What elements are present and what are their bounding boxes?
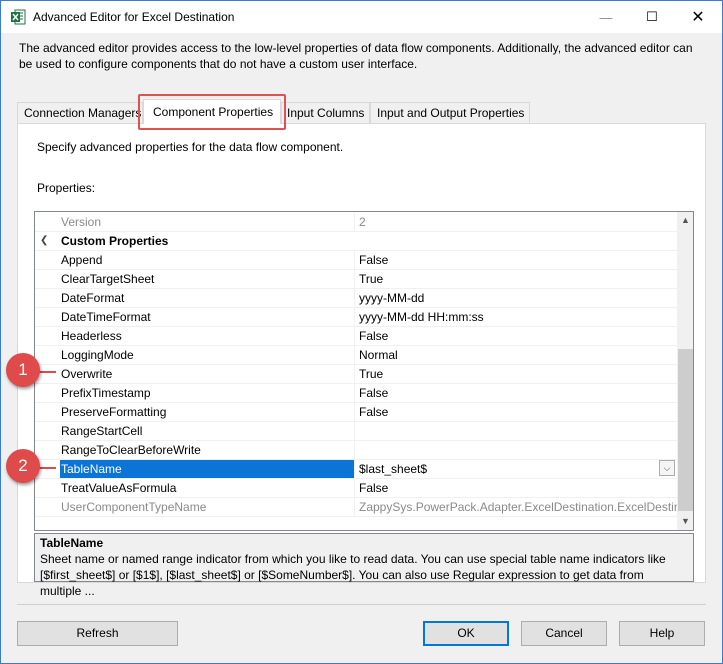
grid-row-headerless[interactable]: Headerless False <box>35 327 677 346</box>
callout-line-2 <box>38 467 56 469</box>
help-button[interactable]: Help <box>619 621 705 646</box>
grid-row-overwrite[interactable]: Overwrite True <box>35 365 677 384</box>
vertical-scrollbar[interactable]: ▲ ▼ <box>677 212 693 530</box>
callout-line-1 <box>38 371 56 373</box>
window-title: Advanced Editor for Excel Destination <box>33 10 235 24</box>
property-value: 2 <box>359 215 366 229</box>
property-name: RangeToClearBeforeWrite <box>60 441 355 459</box>
tab-input-output-properties[interactable]: Input and Output Properties <box>370 102 530 123</box>
grid-row-logging-mode[interactable]: LoggingMode Normal <box>35 346 677 365</box>
property-value[interactable]: True <box>359 365 677 383</box>
cancel-button[interactable]: Cancel <box>521 621 607 646</box>
property-name: Version <box>60 213 355 231</box>
excel-icon <box>10 9 26 25</box>
tab-connection-managers[interactable]: Connection Managers <box>17 102 143 123</box>
category-name: Custom Properties <box>61 234 169 248</box>
property-value[interactable] <box>359 441 677 459</box>
collapse-chevron-icon[interactable]: ❮ <box>40 235 48 246</box>
callout-marker-2: 2 <box>6 449 40 483</box>
property-name: Append <box>60 251 355 269</box>
grid-row-table-name[interactable]: TableName $last_sheet$ ⌵ <box>35 460 677 479</box>
property-value[interactable]: yyyy-MM-dd <box>359 289 677 307</box>
property-name: DateFormat <box>60 289 355 307</box>
grid-category-custom-properties[interactable]: ❮ Custom Properties <box>35 232 677 251</box>
property-value[interactable]: True <box>359 270 677 288</box>
help-text: Sheet name or named range indicator from… <box>40 552 666 598</box>
button-divider <box>17 604 706 605</box>
property-name: LoggingMode <box>60 346 355 364</box>
property-name: PrefixTimestamp <box>60 384 355 402</box>
grid-row-range-start-cell[interactable]: RangeStartCell <box>35 422 677 441</box>
grid-row-version[interactable]: Version 2 <box>35 213 677 232</box>
property-name: ClearTargetSheet <box>60 270 355 288</box>
tab-component-properties[interactable]: Component Properties <box>143 99 281 124</box>
help-title: TableName <box>40 536 104 550</box>
grid-row-user-component-type-name[interactable]: UserComponentTypeName ZappySys.PowerPack… <box>35 498 677 517</box>
property-value-input[interactable]: $last_sheet$ <box>359 460 677 478</box>
grid-row-range-to-clear-before-write[interactable]: RangeToClearBeforeWrite <box>35 441 677 460</box>
property-value[interactable]: Normal <box>359 346 677 364</box>
grid-row-treat-value-as-formula[interactable]: TreatValueAsFormula False <box>35 479 677 498</box>
panel-description: Specify advanced properties for the data… <box>37 140 344 154</box>
property-help-box: TableName Sheet name or named range indi… <box>34 533 694 598</box>
property-value[interactable]: False <box>359 251 677 269</box>
scroll-thumb[interactable] <box>678 349 693 511</box>
callout-marker-1: 1 <box>6 353 40 387</box>
property-value: ZappySys.PowerPack.Adapter.ExcelDestinat… <box>359 500 677 514</box>
property-name: PreserveFormatting <box>60 403 355 421</box>
grid-row-preserve-formatting[interactable]: PreserveFormatting False <box>35 403 677 422</box>
ok-button[interactable]: OK <box>423 621 509 646</box>
title-bar: Advanced Editor for Excel Destination — … <box>1 1 722 33</box>
property-value[interactable]: False <box>359 479 677 497</box>
grid-row-clear-target-sheet[interactable]: ClearTargetSheet True <box>35 270 677 289</box>
maximize-button[interactable]: ☐ <box>629 1 675 33</box>
grid-row-date-format[interactable]: DateFormat yyyy-MM-dd <box>35 289 677 308</box>
grid-row-datetime-format[interactable]: DateTimeFormat yyyy-MM-dd HH:mm:ss <box>35 308 677 327</box>
property-name: RangeStartCell <box>60 422 355 440</box>
property-value[interactable]: yyyy-MM-dd HH:mm:ss <box>359 308 677 326</box>
refresh-button[interactable]: Refresh <box>17 621 178 646</box>
scroll-up-icon[interactable]: ▲ <box>677 212 693 229</box>
property-name: UserComponentTypeName <box>60 498 355 516</box>
chevron-down-icon[interactable]: ⌵ <box>659 460 675 476</box>
minimize-button[interactable]: — <box>583 1 629 33</box>
tab-input-columns[interactable]: Input Columns <box>281 102 370 123</box>
property-name: TableName <box>60 460 355 478</box>
close-button[interactable]: ✕ <box>675 1 721 33</box>
property-name: Overwrite <box>60 365 355 383</box>
property-value[interactable]: False <box>359 403 677 421</box>
property-name: Headerless <box>60 327 355 345</box>
editor-description: The advanced editor provides access to t… <box>19 41 693 71</box>
property-value[interactable]: False <box>359 384 677 402</box>
grid-row-prefix-timestamp[interactable]: PrefixTimestamp False <box>35 384 677 403</box>
grid-row-append[interactable]: Append False <box>35 251 677 270</box>
property-name: TreatValueAsFormula <box>60 479 355 497</box>
property-name: DateTimeFormat <box>60 308 355 326</box>
property-value[interactable]: False <box>359 327 677 345</box>
scroll-down-icon[interactable]: ▼ <box>677 513 693 530</box>
properties-label: Properties: <box>37 181 96 195</box>
property-grid: Version 2 ❮ Custom Properties Append Fal… <box>34 211 694 531</box>
property-value[interactable] <box>359 422 677 440</box>
